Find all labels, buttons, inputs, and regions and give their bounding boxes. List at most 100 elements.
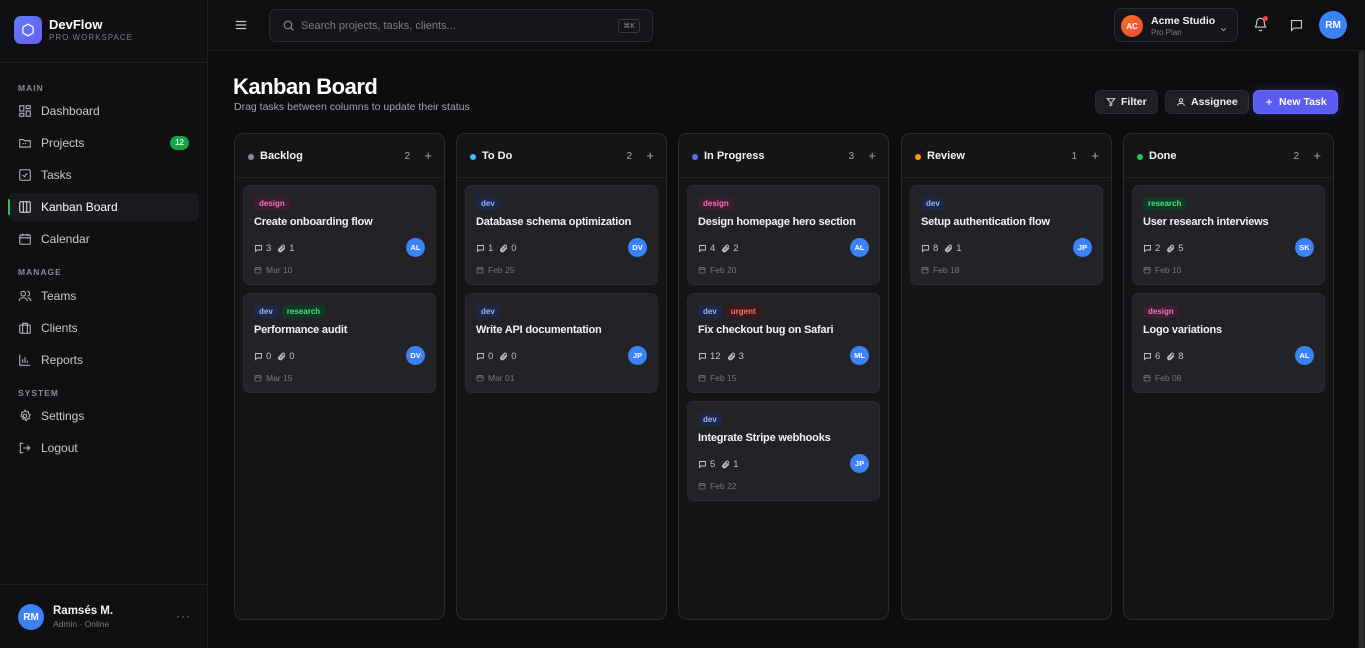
sidebar-item-label: Kanban Board xyxy=(41,200,118,214)
task-title: User research interviews xyxy=(1143,216,1269,228)
assignee-avatar[interactable]: DV xyxy=(406,346,425,365)
attachment-count: 1 xyxy=(956,243,962,254)
task-card[interactable]: dev Setup authentication flow 8 1 Feb 18 JP xyxy=(910,185,1103,285)
brand[interactable]: DevFlow PRO WORKSPACE xyxy=(14,16,133,44)
sidebar-item-dashboard[interactable]: Dashboard xyxy=(8,97,199,125)
dashboard-icon xyxy=(18,104,32,118)
sidebar-item-calendar[interactable]: Calendar xyxy=(8,225,199,253)
sidebar-item-reports[interactable]: Reports xyxy=(8,346,199,374)
tag-list: design xyxy=(254,197,290,210)
new-task-button[interactable]: New Task xyxy=(1253,90,1338,114)
kanban-column-todo[interactable]: To Do 2 + dev Database schema optimization 1 0… xyxy=(456,133,667,620)
comment-icon xyxy=(476,352,485,361)
attachment-icon xyxy=(944,244,953,253)
user-profile[interactable]: RM Ramsés M. Admin · Online ··· xyxy=(0,584,208,648)
sidebar-item-tasks[interactable]: Tasks xyxy=(8,161,199,189)
assignee-avatar[interactable]: ML xyxy=(850,346,869,365)
assignee-avatar[interactable]: SK xyxy=(1295,238,1314,257)
due-date-text: Feb 15 xyxy=(710,373,737,383)
assignee-avatar[interactable]: AL xyxy=(850,238,869,257)
task-card[interactable]: dev Database schema optimization 1 0 Feb 25 D… xyxy=(465,185,658,285)
assignee-avatar[interactable]: JP xyxy=(1073,238,1092,257)
sidebar-item-clients[interactable]: Clients xyxy=(8,314,199,342)
assignee-avatar[interactable]: DV xyxy=(628,238,647,257)
due-date: Feb 10 xyxy=(1143,265,1181,275)
plus-icon xyxy=(1264,97,1274,107)
workspace-plan: Pro Plan xyxy=(1151,28,1182,37)
task-title: Fix checkout bug on Safari xyxy=(698,324,834,336)
sidebar-item-projects[interactable]: Projects 12 xyxy=(8,129,199,157)
avatar[interactable]: RM xyxy=(1319,11,1347,39)
assignee-avatar[interactable]: AL xyxy=(1295,346,1314,365)
task-card[interactable]: dev urgent Fix checkout bug on Safari 12 3 Fe… xyxy=(687,293,880,393)
column-count: 2 xyxy=(626,151,632,162)
attachment-count: 0 xyxy=(511,351,517,362)
calendar-icon xyxy=(254,266,262,274)
status-dot xyxy=(1137,154,1143,160)
menu-icon[interactable] xyxy=(234,18,248,32)
calendar-icon xyxy=(698,374,706,382)
task-title: Database schema optimization xyxy=(476,216,632,228)
sidebar-item-logout[interactable]: Logout xyxy=(8,434,199,462)
assignee-button[interactable]: Assignee xyxy=(1165,90,1249,114)
workspace-avatar: AC xyxy=(1121,15,1143,37)
tag-dev: dev xyxy=(921,197,945,210)
due-date: Mar 10 xyxy=(254,265,292,275)
task-title: Setup authentication flow xyxy=(921,216,1050,228)
status-dot xyxy=(915,154,921,160)
due-date-text: Feb 08 xyxy=(1155,373,1182,383)
assignee-avatar[interactable]: AL xyxy=(406,238,425,257)
task-meta: 68 xyxy=(1143,351,1184,362)
add-card-icon[interactable]: + xyxy=(1091,149,1099,162)
task-meta: 81 xyxy=(921,243,962,254)
kanban-column-review[interactable]: Review 1 + dev Setup authentication flow 8 1 Fe… xyxy=(901,133,1112,620)
workspace-switcher[interactable]: AC Acme Studio Pro Plan xyxy=(1114,8,1238,42)
task-meta: 51 xyxy=(698,459,739,470)
filter-button[interactable]: Filter xyxy=(1095,90,1158,114)
calendar-icon xyxy=(476,266,484,274)
add-card-icon[interactable]: + xyxy=(868,149,876,162)
search-shortcut: ⌘K xyxy=(618,19,640,33)
scrollbar-thumb[interactable] xyxy=(1359,51,1364,648)
tag-list: dev xyxy=(476,197,500,210)
column-title: Review xyxy=(927,150,965,162)
assignee-avatar[interactable]: JP xyxy=(850,454,869,473)
status-dot xyxy=(470,154,476,160)
kanban-column-done[interactable]: Done 2 + research User research interviews 2 5… xyxy=(1123,133,1334,620)
column-count: 1 xyxy=(1071,151,1077,162)
chat-icon[interactable] xyxy=(1289,18,1304,38)
sidebar-item-kanban-board[interactable]: Kanban Board xyxy=(8,193,199,221)
kanban-column-backlog[interactable]: Backlog 2 + design Create onboarding flow 3 1 M… xyxy=(234,133,445,620)
task-card[interactable]: design Design homepage hero section 4 2 Feb … xyxy=(687,185,880,285)
user-icon xyxy=(1176,97,1186,107)
task-meta: 00 xyxy=(254,351,295,362)
tag-dev: dev xyxy=(698,305,722,318)
projects-count-badge: 12 xyxy=(170,136,189,150)
status-dot xyxy=(692,154,698,160)
attachment-count: 2 xyxy=(733,243,739,254)
attachment-count: 1 xyxy=(733,459,739,470)
search-input[interactable] xyxy=(301,18,601,34)
task-card[interactable]: design Logo variations 6 8 Feb 08 AL xyxy=(1132,293,1325,393)
task-card[interactable]: design Create onboarding flow 3 1 Mar 10 AL xyxy=(243,185,436,285)
tag-list: dev xyxy=(698,413,722,426)
attachment-count: 3 xyxy=(738,351,744,362)
sidebar-item-teams[interactable]: Teams xyxy=(8,282,199,310)
add-card-icon[interactable]: + xyxy=(424,149,432,162)
task-card[interactable]: research User research interviews 2 5 Feb 10… xyxy=(1132,185,1325,285)
task-card[interactable]: dev research Performance audit 0 0 Mar 15 DV xyxy=(243,293,436,393)
filter-label: Filter xyxy=(1121,96,1147,108)
task-card[interactable]: dev Integrate Stripe webhooks 5 1 Feb 22 JP xyxy=(687,401,880,501)
due-date-text: Feb 25 xyxy=(488,265,515,275)
task-card[interactable]: dev Write API documentation 0 0 Mar 01 JP xyxy=(465,293,658,393)
more-options-icon[interactable]: ··· xyxy=(176,609,191,623)
add-card-icon[interactable]: + xyxy=(1313,149,1321,162)
column-header: Review 1 + xyxy=(902,134,1111,178)
search-bar[interactable]: ⌘K xyxy=(269,9,653,42)
due-date: Feb 15 xyxy=(698,373,736,383)
due-date: Feb 18 xyxy=(921,265,959,275)
kanban-column-in-progress[interactable]: In Progress 3 + design Design homepage hero … xyxy=(678,133,889,620)
sidebar-item-settings[interactable]: Settings xyxy=(8,402,199,430)
add-card-icon[interactable]: + xyxy=(646,149,654,162)
assignee-avatar[interactable]: JP xyxy=(628,346,647,365)
